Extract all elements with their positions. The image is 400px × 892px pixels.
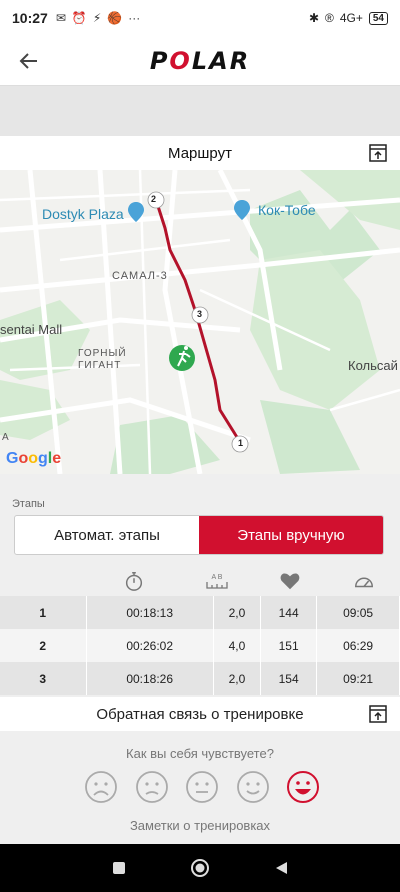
bluetooth-icon: ✱	[308, 11, 320, 25]
map-label-mall: sentai Mall	[0, 322, 63, 337]
laps-table: 1 00:18:13 2,0 144 09:05 2 00:26:02 4,0 …	[0, 596, 400, 695]
sad-face-icon[interactable]	[135, 770, 169, 804]
heart-icon	[280, 573, 300, 590]
table-row[interactable]: 1 00:18:13 2,0 144 09:05	[0, 596, 400, 629]
app-bar: POLAR	[0, 36, 400, 86]
google-logo: Google	[6, 450, 62, 467]
feeling-question: Как вы себя чувствуете?	[126, 746, 274, 761]
manual-stages-tab[interactable]: Этапы вручную	[199, 516, 383, 554]
route-marker-2[interactable]: 2	[151, 194, 156, 204]
lap-distance: 2,0	[213, 596, 262, 629]
status-left-icons: ✉ ⏰ ⚡ 🏀 ···	[56, 11, 140, 25]
arrow-left-icon	[19, 53, 37, 69]
neutral-face-icon[interactable]	[185, 770, 219, 804]
ball-icon: 🏀	[107, 11, 123, 25]
route-marker-1[interactable]: 1	[238, 438, 243, 448]
map-label-gornyi-1: ГОРНЫЙ	[78, 348, 127, 359]
recents-icon[interactable]	[111, 860, 127, 876]
route-title: Маршрут	[168, 144, 232, 162]
polar-logo: POLAR	[149, 46, 251, 75]
distance-icon: A B	[204, 570, 230, 592]
signal-icon: 4G+	[339, 11, 363, 25]
feedback-header: Обратная связь о тренировке	[0, 697, 400, 731]
feeling-selector	[84, 770, 320, 804]
table-row[interactable]: 2 00:26:02 4,0 151 06:29	[0, 629, 400, 662]
lap-distance: 2,0	[213, 662, 262, 695]
status-bar: 10:27 ✉ ⏰ ⚡ 🏀 ··· ✱ ® 4G+ 54	[0, 0, 400, 36]
very-sad-face-icon[interactable]	[84, 770, 118, 804]
lap-heart-rate: 154	[260, 662, 318, 695]
header-spacer	[0, 86, 400, 136]
map-label-koktobe: Кок-Тобе	[258, 202, 316, 218]
registered-icon: ®	[325, 11, 334, 25]
stages-toggle: Автомат. этапы Этапы вручную	[14, 515, 384, 555]
status-right-icons: ✱ ® 4G+ 54	[309, 11, 388, 25]
route-marker-3[interactable]: 3	[197, 309, 202, 319]
export-icon[interactable]	[368, 143, 388, 163]
map-label-kolsai: Кольсай	[348, 358, 398, 373]
lap-pace: 06:29	[316, 629, 400, 662]
home-icon[interactable]	[190, 858, 210, 878]
more-icon: ···	[128, 11, 141, 25]
auto-stages-tab[interactable]: Автомат. этапы	[15, 516, 199, 554]
lap-distance: 4,0	[213, 629, 262, 662]
feedback-title: Обратная связь о тренировке	[96, 705, 304, 723]
status-time: 10:27	[12, 10, 48, 26]
notification-icon: ✉	[55, 11, 66, 25]
battery-icon: 54	[368, 11, 388, 25]
happy-face-icon[interactable]	[236, 770, 270, 804]
lap-time: 00:18:26	[86, 662, 214, 695]
lap-pace: 09:05	[316, 596, 400, 629]
lap-number: 1	[0, 596, 87, 629]
system-nav-bar	[0, 844, 400, 892]
alarm-icon: ⏰	[71, 11, 87, 25]
lap-number: 2	[0, 629, 87, 662]
map-label-dostyk: Dostyk Plaza	[42, 206, 124, 222]
stages-label: Этапы	[12, 498, 45, 510]
map-label-gornyi-2: ГИГАНТ	[78, 360, 122, 371]
export-icon[interactable]	[368, 704, 388, 724]
map-label-a: А	[2, 432, 9, 443]
lap-heart-rate: 144	[260, 596, 318, 629]
table-row[interactable]: 3 00:18:26 2,0 154 09:21	[0, 662, 400, 695]
lap-number: 3	[0, 662, 87, 695]
stopwatch-icon	[125, 572, 143, 591]
lap-pace: 09:21	[316, 662, 400, 695]
back-button[interactable]	[14, 46, 44, 76]
speedometer-icon	[355, 577, 373, 588]
route-map[interactable]: 2 3 1 Dostyk Plaza Кок-Тобе САМАЛ-3 sent…	[0, 170, 400, 474]
laps-column-icons: A B	[0, 566, 400, 596]
flash-icon: ⚡	[92, 11, 102, 25]
back-nav-icon[interactable]	[273, 860, 289, 876]
lap-heart-rate: 151	[260, 629, 318, 662]
very-happy-face-icon[interactable]	[286, 770, 320, 804]
route-header: Маршрут	[0, 136, 400, 170]
lap-time: 00:26:02	[86, 629, 214, 662]
training-notes-link[interactable]: Заметки о тренировках	[0, 818, 400, 833]
map-label-samal: САМАЛ-3	[112, 270, 168, 282]
lap-time: 00:18:13	[86, 596, 214, 629]
